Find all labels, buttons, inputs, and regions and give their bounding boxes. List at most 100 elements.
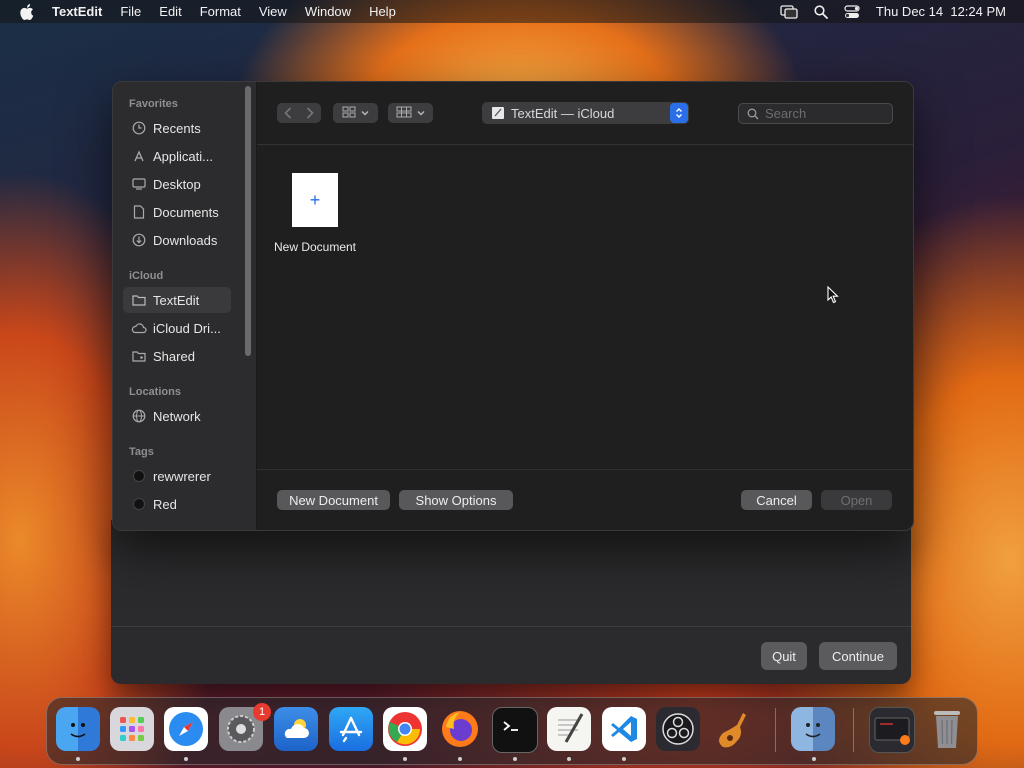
weather-icon[interactable] bbox=[274, 707, 318, 751]
back-arrow-icon[interactable] bbox=[277, 107, 299, 119]
search-input[interactable] bbox=[763, 105, 885, 122]
sidebar-item-shared[interactable]: Shared bbox=[123, 343, 231, 369]
sidebar-item-label: Red bbox=[153, 496, 177, 512]
desktop-icon bbox=[131, 176, 147, 192]
menu-edit[interactable]: Edit bbox=[159, 4, 181, 19]
sidebar: Favorites Recents Applicati... Desktop D… bbox=[113, 82, 257, 530]
running-indicator bbox=[76, 757, 80, 761]
chevron-down-icon bbox=[417, 107, 425, 119]
sidebar-item-label: Shared bbox=[153, 348, 195, 364]
group-icon bbox=[396, 106, 412, 121]
download-icon bbox=[131, 232, 147, 248]
sidebar-item-recents[interactable]: Recents bbox=[123, 115, 231, 141]
menu-bar: TextEdit File Edit Format View Window He… bbox=[0, 0, 1024, 23]
finder-alt-icon[interactable] bbox=[791, 707, 835, 751]
sidebar-item-label: Applicati... bbox=[153, 148, 213, 164]
folder-icon bbox=[131, 292, 147, 308]
terminal-icon[interactable] bbox=[492, 707, 538, 753]
sidebar-item-label: Network bbox=[153, 408, 201, 424]
running-indicator bbox=[812, 757, 816, 761]
shared-folder-icon bbox=[131, 348, 147, 364]
app-store-icon[interactable] bbox=[329, 707, 373, 751]
sidebar-tag-red[interactable]: Red bbox=[123, 491, 231, 517]
new-document-item[interactable]: + New Document bbox=[272, 173, 358, 254]
sidebar-section-locations: Locations bbox=[129, 386, 181, 398]
notification-badge: 1 bbox=[253, 703, 271, 721]
sidebar-scrollbar[interactable] bbox=[245, 86, 251, 356]
textedit-icon[interactable] bbox=[547, 707, 591, 751]
group-by-button[interactable] bbox=[388, 103, 433, 123]
tag-dot-icon bbox=[131, 496, 147, 512]
sidebar-section-icloud: iCloud bbox=[129, 270, 164, 282]
chrome-icon[interactable] bbox=[383, 707, 427, 751]
menu-window[interactable]: Window bbox=[305, 4, 351, 19]
screen-mirroring-icon[interactable] bbox=[780, 4, 798, 19]
sidebar-tag-rewwrerer[interactable]: rewwrerer bbox=[123, 463, 231, 489]
divider bbox=[111, 626, 911, 627]
sidebar-item-label: Recents bbox=[153, 120, 201, 136]
popup-stepper-icon bbox=[670, 103, 688, 123]
obs-icon[interactable] bbox=[656, 707, 700, 751]
menu-help[interactable]: Help bbox=[369, 4, 396, 19]
system-settings-icon[interactable]: 1 bbox=[219, 703, 271, 751]
control-center-icon[interactable] bbox=[844, 4, 860, 19]
launchpad-icon[interactable] bbox=[110, 707, 154, 751]
firefox-icon[interactable] bbox=[438, 707, 482, 751]
menu-file[interactable]: File bbox=[120, 4, 141, 19]
dialog-footer: New Document Show Options Cancel Open bbox=[257, 469, 913, 530]
dock-separator bbox=[853, 708, 854, 752]
sidebar-section-favorites: Favorites bbox=[129, 98, 178, 110]
menu-clock[interactable]: Thu Dec 14 12:24 PM bbox=[876, 4, 1006, 19]
chevron-down-icon bbox=[361, 107, 369, 119]
new-document-button[interactable]: New Document bbox=[277, 490, 390, 510]
sidebar-item-desktop[interactable]: Desktop bbox=[123, 171, 231, 197]
continue-button[interactable]: Continue bbox=[819, 642, 897, 670]
apple-menu-icon[interactable] bbox=[20, 3, 34, 20]
cancel-button[interactable]: Cancel bbox=[741, 490, 812, 510]
safari-icon[interactable] bbox=[164, 707, 208, 751]
sidebar-item-label: Downloads bbox=[153, 232, 218, 248]
toolbar: TextEdit — iCloud bbox=[257, 82, 913, 145]
trash-icon[interactable] bbox=[925, 707, 969, 751]
tag-dot-icon bbox=[131, 468, 147, 484]
location-popup[interactable]: TextEdit — iCloud bbox=[482, 102, 689, 124]
forward-arrow-icon[interactable] bbox=[299, 107, 321, 119]
screen-recording-icon[interactable] bbox=[869, 707, 915, 753]
vscode-icon[interactable] bbox=[602, 707, 646, 751]
applications-icon bbox=[131, 148, 147, 164]
quit-button[interactable]: Quit bbox=[761, 642, 807, 670]
menu-format[interactable]: Format bbox=[200, 4, 241, 19]
running-indicator bbox=[403, 757, 407, 761]
open-dialog: Favorites Recents Applicati... Desktop D… bbox=[112, 81, 914, 531]
sidebar-item-applications[interactable]: Applicati... bbox=[123, 143, 231, 169]
running-indicator bbox=[184, 757, 188, 761]
sidebar-item-network[interactable]: Network bbox=[123, 403, 231, 429]
open-button[interactable]: Open bbox=[821, 490, 892, 510]
sidebar-item-label: iCloud Dri... bbox=[153, 320, 221, 336]
menu-app-name[interactable]: TextEdit bbox=[52, 4, 102, 19]
plus-icon: + bbox=[309, 189, 321, 210]
sidebar-section-tags: Tags bbox=[129, 446, 154, 458]
sidebar-item-label: TextEdit bbox=[153, 292, 200, 308]
globe-icon bbox=[131, 408, 147, 424]
sidebar-item-label: Desktop bbox=[153, 176, 201, 192]
file-browser: + New Document bbox=[257, 145, 913, 468]
spotlight-search-icon[interactable] bbox=[814, 4, 828, 19]
finder-icon[interactable] bbox=[56, 707, 100, 751]
new-document-thumbnail: + bbox=[292, 173, 338, 227]
view-mode-button[interactable] bbox=[333, 103, 378, 123]
sidebar-item-downloads[interactable]: Downloads bbox=[123, 227, 231, 253]
sidebar-item-icloud-drive[interactable]: iCloud Dri... bbox=[123, 315, 231, 341]
running-indicator bbox=[458, 757, 462, 761]
search-field[interactable] bbox=[738, 103, 893, 124]
sidebar-item-documents[interactable]: Documents bbox=[123, 199, 231, 225]
cloud-icon bbox=[131, 320, 147, 336]
running-indicator bbox=[513, 757, 517, 761]
sidebar-item-textedit[interactable]: TextEdit bbox=[123, 287, 231, 313]
show-options-button[interactable]: Show Options bbox=[399, 490, 513, 510]
search-icon bbox=[747, 108, 759, 120]
back-forward-buttons bbox=[277, 103, 321, 123]
menu-view[interactable]: View bbox=[259, 4, 287, 19]
garageband-icon[interactable] bbox=[711, 707, 755, 751]
background-window: Quit Continue bbox=[111, 520, 911, 684]
